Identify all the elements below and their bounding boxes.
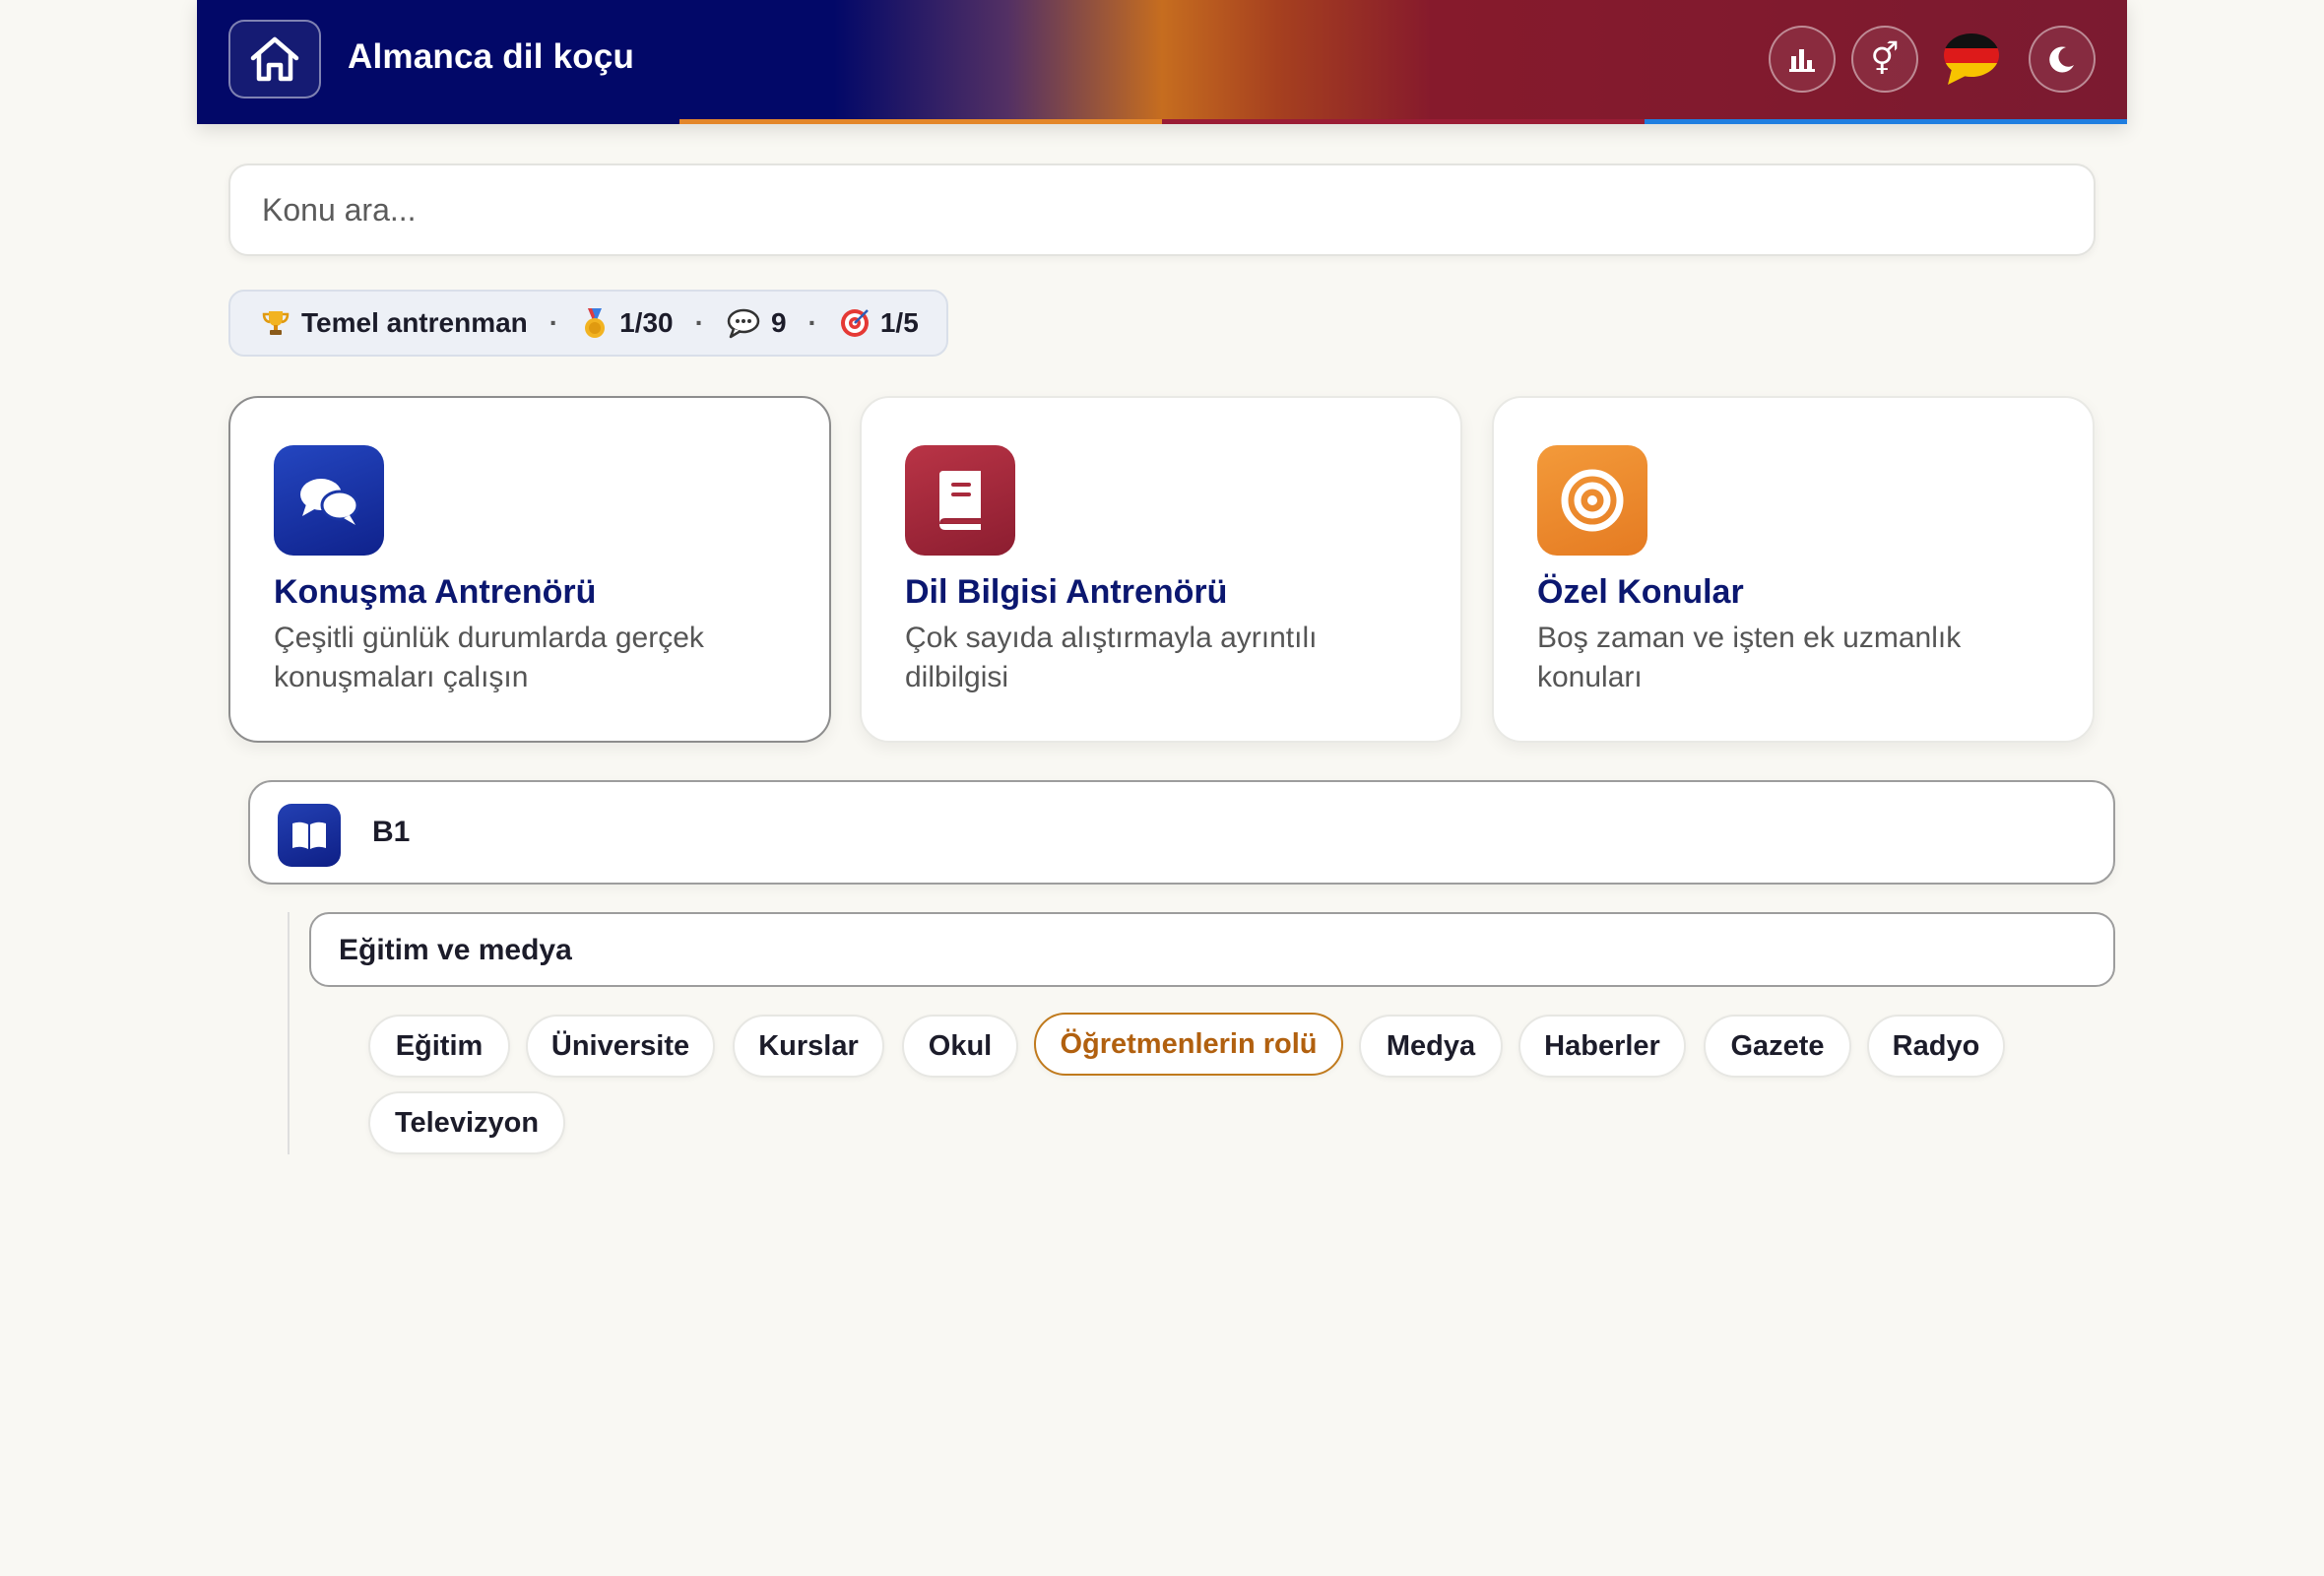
card-title: Dil Bilgisi Antrenörü (905, 573, 1228, 611)
trophy-icon (260, 307, 291, 339)
theme-toggle-button[interactable] (2029, 26, 2096, 93)
card-description: Çok sayıda alıştırmayla ayrıntılı dilbil… (905, 622, 1318, 693)
level-label: B1 (372, 816, 411, 848)
topic-group-label: Eğitim ve medya (339, 934, 572, 966)
home-button[interactable] (228, 20, 321, 98)
topic-chip[interactable]: Gazete (1704, 1015, 1851, 1078)
topic-search-input[interactable] (228, 164, 2096, 256)
card-title: Konuşma Antrenörü (274, 573, 597, 611)
topic-chip[interactable]: Okul (902, 1015, 1018, 1078)
open-book-icon (278, 804, 341, 867)
goals-count: 1/5 (879, 307, 919, 338)
card-conversation-trainer[interactable]: Konuşma Antrenörü Çeşitli günlük durumla… (228, 396, 831, 743)
topic-chip[interactable]: Eğitim (368, 1015, 510, 1078)
target-icon (1537, 445, 1647, 556)
bar-chart-icon (1789, 49, 1815, 72)
progress-summary: Temel antrenman · 1/30 · 9 · 1/5 (228, 290, 948, 357)
level-section-b1[interactable]: B1 (248, 780, 2115, 885)
conversations-count: 9 (770, 307, 787, 338)
topic-chip[interactable]: Üniversite (526, 1015, 715, 1078)
speech-bubble-icon (726, 307, 761, 339)
card-special-topics[interactable]: Özel Konular Boş zaman ve işten ek uzman… (1492, 396, 2095, 743)
german-flag-icon (1944, 33, 1999, 85)
separator: · (549, 307, 559, 338)
tree-connector-line (288, 912, 290, 1154)
topic-chip[interactable]: Haberler (1518, 1015, 1686, 1078)
stats-button[interactable] (1769, 26, 1836, 93)
training-level-label: Temel antrenman (301, 307, 528, 338)
card-description: Çeşitli günlük durumlarda gerçek konuşma… (274, 622, 704, 693)
moon-icon (2049, 46, 2074, 73)
card-description: Boş zaman ve işten ek uzmanlık konuları (1537, 622, 1962, 693)
topic-chip[interactable]: Televizyon (368, 1091, 565, 1154)
medals-count: 1/30 (619, 307, 674, 338)
card-grammar-trainer[interactable]: Dil Bilgisi Antrenörü Çok sayıda alıştır… (860, 396, 1462, 743)
gender-icon: ⚥ (1870, 40, 1900, 78)
gender-button[interactable]: ⚥ (1851, 26, 1918, 93)
topic-chip[interactable]: Medya (1359, 1015, 1503, 1078)
topic-chip[interactable]: Kurslar (733, 1015, 884, 1078)
app-title: Almanca dil koçu (348, 37, 635, 76)
separator: · (807, 307, 817, 338)
topic-chip-selected[interactable]: Öğretmenlerin rolü (1034, 1013, 1343, 1076)
chat-bubbles-icon (274, 445, 384, 556)
card-title: Özel Konular (1537, 573, 1744, 611)
book-icon (905, 445, 1015, 556)
topic-group-header[interactable]: Eğitim ve medya (309, 912, 2115, 987)
home-icon (250, 36, 299, 82)
target-goal-icon (839, 307, 871, 339)
header-accent-strip (197, 119, 2127, 124)
medal-icon (580, 306, 610, 340)
separator: · (694, 307, 704, 338)
app-root: Almanca dil koçu ⚥ Konu ara... Temel ant… (0, 0, 2324, 1576)
top-bar: Almanca dil koçu ⚥ (197, 0, 2127, 124)
language-button[interactable] (1942, 30, 2001, 89)
topic-chip[interactable]: Radyo (1867, 1015, 2005, 1078)
